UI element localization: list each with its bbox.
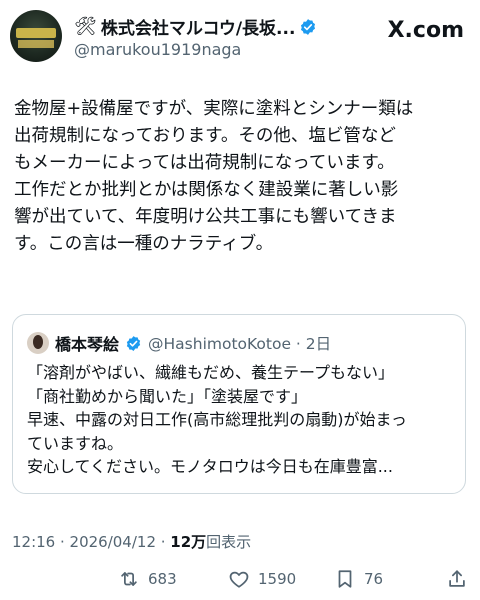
quoted-post-header: 橋本琴絵 @HashimotoKotoe · 2日 [27,331,331,355]
share-icon [449,570,465,587]
bookmark-button[interactable]: 76 [334,568,383,590]
author-handle[interactable]: @marukou1919naga [74,40,241,59]
quoted-post-text: 「溶剤がやばい、繊維もだめ、養生テープもない」 「商社勤めから聞いた」「塗装屋で… [27,363,407,476]
post-meta: 12:16 · 2026/04/12 · 12万回表示 [12,531,251,552]
verified-badge-icon [126,335,141,351]
views-label: 回表示 [206,533,252,551]
post-timestamp[interactable]: 12:16 · 2026/04/12 · [12,533,170,551]
retweet-count: 683 [148,570,177,588]
retweet-icon [121,572,137,586]
author-display-name[interactable]: 株式会社マルコウ/長坂... [101,14,296,39]
quoted-author-avatar [27,332,49,354]
views-count: 12万 [170,533,207,551]
like-count: 1590 [258,570,297,588]
quoted-post[interactable]: 橋本琴絵 @HashimotoKotoe · 2日 「溶剤がやばい、繊維もだめ、… [12,314,466,494]
post-text: 金物屋+設備屋ですが、実際に塗料とシンナー類は 出荷規制になっております。その他… [14,99,414,254]
verified-badge-icon [301,18,316,35]
tools-icon: 🛠 [74,15,97,37]
quoted-author-handle-time: @HashimotoKotoe · 2日 [148,335,332,353]
retweet-button[interactable]: 683 [118,568,177,590]
share-button[interactable] [446,568,468,590]
author-name-row[interactable]: 🛠 株式会社マルコウ/長坂... [74,14,317,39]
x-com-logo: X.com [387,18,464,43]
bookmark-icon [338,570,352,588]
like-button[interactable]: 1590 [228,568,296,590]
action-bar: 683 1590 76 [0,568,480,594]
post-header: 🛠 株式会社マルコウ/長坂... @marukou1919naga X.com [8,8,472,64]
author-avatar[interactable] [10,10,62,62]
quoted-author-name: 橋本琴絵 [55,335,120,354]
heart-icon [229,571,249,588]
bookmark-count: 76 [364,570,384,588]
